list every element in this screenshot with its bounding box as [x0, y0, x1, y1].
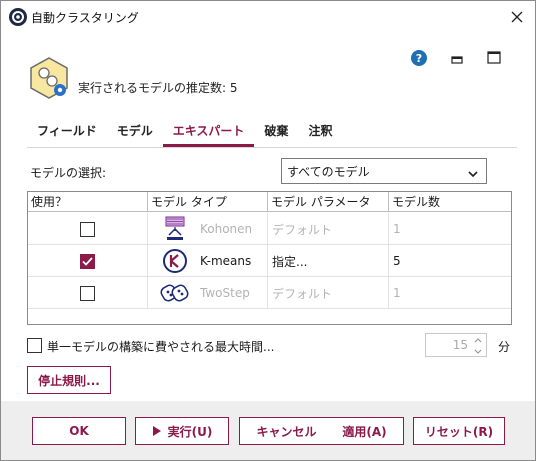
tab-divider: [27, 147, 517, 148]
model-count-cell: 1: [393, 286, 401, 300]
model-select-dropdown[interactable]: すべてのモデル: [281, 158, 487, 184]
use-checkbox-kmeans[interactable]: [80, 253, 95, 269]
auto-cluster-node-icon: [27, 56, 71, 103]
auto-cluster-dialog: 自動クラスタリング 実行されるモデルの推定数: 5 ? フィールド モデル エキ…: [0, 0, 536, 461]
model-type-label: TwoStep: [200, 286, 250, 300]
table-row: Kohonen デフォルト 1: [28, 213, 511, 245]
use-cell: [28, 213, 148, 245]
max-time-spinner[interactable]: 15: [425, 333, 487, 357]
kmeans-icon: [160, 248, 190, 274]
table-row: K-means 指定... 5: [28, 245, 511, 277]
twostep-icon: [160, 280, 190, 306]
minimize-icon[interactable]: [451, 53, 463, 68]
minutes-unit-label: 分: [498, 340, 511, 354]
window-title: 自動クラスタリング: [31, 11, 139, 25]
model-type-cell: Kohonen: [148, 213, 268, 245]
use-cell: [28, 277, 148, 309]
kohonen-icon: [160, 216, 190, 242]
tab-discard[interactable]: 破棄: [254, 113, 298, 147]
max-time-value: 15: [452, 338, 468, 352]
max-time-checkbox[interactable]: [27, 338, 42, 353]
header-model-type: モデル タイプ: [148, 192, 268, 212]
tab-bar: フィールド モデル エキスパート 破棄 注釈: [27, 113, 342, 147]
model-select-value: すべてのモデル: [287, 164, 370, 179]
maximize-icon[interactable]: [487, 51, 501, 68]
run-button-label: 実行(U): [167, 424, 213, 439]
run-button[interactable]: 実行(U): [135, 417, 229, 445]
grid-header: 使用？ モデル タイプ モデル パラメータ モデル数: [28, 192, 511, 212]
header-model-params: モデル パラメータ: [268, 192, 389, 212]
estimated-model-count: 実行されるモデルの推定数: 5: [78, 81, 238, 95]
model-param-cell[interactable]: デフォルト: [268, 277, 389, 309]
chevron-down-icon: [468, 167, 478, 181]
cancel-button[interactable]: キャンセル: [239, 417, 333, 445]
model-type-cell: K-means: [148, 245, 268, 277]
tab-fields[interactable]: フィールド: [27, 113, 107, 147]
spin-down-icon[interactable]: [471, 346, 484, 356]
reset-button[interactable]: リセット(R): [413, 417, 505, 445]
tab-model[interactable]: モデル: [107, 113, 163, 147]
apply-button[interactable]: 適用(A): [326, 417, 404, 445]
svg-text:?: ?: [416, 52, 422, 65]
title-bar: 自動クラスタリング: [1, 1, 535, 33]
model-type-label: Kohonen: [200, 222, 253, 236]
table-row: TwoStep デフォルト 1: [28, 277, 511, 309]
help-icon[interactable]: ?: [411, 50, 427, 69]
model-count-cell: 5: [393, 254, 401, 268]
play-icon: [152, 426, 161, 436]
model-grid: 使用？ モデル タイプ モデル パラメータ モデル数 Kohonen デフォルト…: [27, 191, 512, 325]
model-param-cell[interactable]: 指定...: [268, 245, 389, 277]
use-checkbox-kohonen[interactable]: [80, 221, 95, 237]
use-cell: [28, 245, 148, 277]
use-checkbox-twostep[interactable]: [80, 285, 95, 301]
model-type-label: K-means: [200, 254, 252, 268]
close-icon[interactable]: [505, 5, 529, 29]
model-count-cell: 1: [393, 222, 401, 236]
model-select-label: モデルの選択:: [30, 166, 107, 180]
header-use: 使用？: [28, 192, 148, 212]
max-time-label: 単一モデルの構築に費やされる最大時間...: [47, 340, 275, 354]
model-param-cell[interactable]: デフォルト: [268, 213, 389, 245]
tab-annotations[interactable]: 注釈: [298, 113, 342, 147]
ok-button[interactable]: OK: [32, 417, 126, 445]
spin-up-icon[interactable]: [471, 335, 484, 345]
checkmark-icon: [82, 256, 93, 266]
app-icon: [9, 8, 27, 26]
stop-rules-button[interactable]: 停止規則...: [27, 366, 111, 394]
model-type-cell: TwoStep: [148, 277, 268, 309]
header-model-count: モデル数: [392, 195, 441, 209]
tab-expert[interactable]: エキスパート: [162, 113, 255, 147]
